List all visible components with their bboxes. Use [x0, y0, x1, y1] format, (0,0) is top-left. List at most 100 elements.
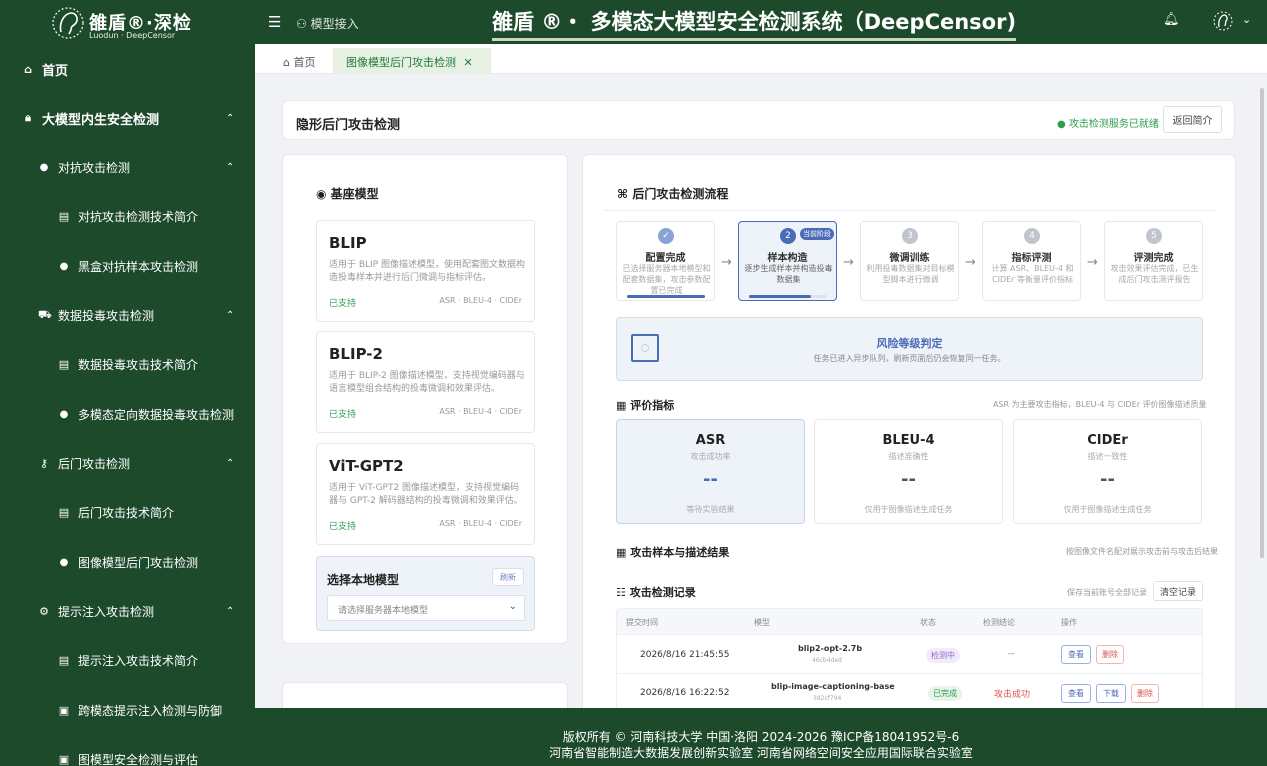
metric-name: ASR — [695, 433, 726, 448]
local-model-select[interactable]: 请选择服务器本地模型 ⌄ — [327, 595, 525, 621]
metric-value: -- — [1100, 469, 1115, 490]
sidebar-item-label: 后门攻击技术简介 — [78, 505, 175, 520]
model-access-label: 模型接入 — [310, 17, 359, 31]
sidebar-item[interactable]: ▤ 对抗攻击检测技术简介 — [58, 204, 198, 228]
step-desc: 计算 ASR、BLEU-4 和 CIDEr 等衡量评价指标 — [991, 264, 1074, 284]
alert-icon: ● — [59, 556, 69, 568]
view-button[interactable]: 查看 — [1061, 684, 1091, 703]
step-title: 评测完成 — [1133, 253, 1174, 264]
chevron-up-icon[interactable]: ⌃ — [226, 303, 234, 327]
sidebar-item[interactable]: ▤ 后门攻击技术简介 — [58, 500, 174, 524]
model-status: 已支持 — [329, 299, 357, 309]
scrollbar[interactable] — [1260, 88, 1264, 558]
table-row[interactable]: 2026/8/16 16:22:52 blip-image-captioning… — [617, 673, 1202, 708]
risk-desc: 任务已进入异步队列，刷新页面后仍会恢复同一任务。 — [813, 354, 1006, 363]
model-card-blip2[interactable]: BLIP-2 适用于 BLIP-2 图像描述模型，支持视觉编码器与语言模型组合结… — [316, 331, 535, 433]
table-row[interactable]: 2026/8/16 21:45:55 blip2-opt-2.7b 46cb4d… — [617, 634, 1202, 673]
metric-value: -- — [703, 469, 718, 490]
sidebar-item[interactable]: ▣ 跨模态提示注入检测与防御 — [58, 698, 222, 722]
sidebar-item[interactable]: ⚷ 后门攻击检测 — [38, 451, 130, 475]
row-conclusion: -- — [1008, 649, 1015, 659]
records-note: 保存当前账号全部记录 — [1067, 588, 1147, 597]
home-icon: ⌂ — [24, 62, 32, 76]
arrow-right-icon: → — [843, 255, 854, 270]
grid-icon: ▦ — [616, 546, 631, 559]
sidebar-item[interactable]: ● 对抗攻击检测 — [38, 155, 130, 179]
document-icon: ▤ — [58, 653, 70, 667]
chevron-up-icon[interactable]: ⌃ — [226, 106, 234, 130]
save-icon: ▣ — [58, 752, 70, 766]
menu-icon[interactable]: ☰ — [268, 13, 281, 31]
chevron-down-icon[interactable]: ⌄ — [1242, 13, 1251, 26]
metric-sub: 攻击成功率 — [690, 452, 731, 461]
model-card-blip[interactable]: BLIP 适用于 BLIP 图像描述模型，使用配套图文数据构造投毒样本并进行后门… — [316, 220, 535, 322]
save-icon: ▣ — [58, 703, 70, 717]
records-title-text: 攻击检测记录 — [629, 586, 696, 599]
select-placeholder: 请选择服务器本地模型 — [338, 606, 429, 616]
sidebar-item[interactable]: ● 图像模型后门攻击检测 — [58, 550, 198, 574]
records-table: 提交时间 模型 状态 检测结论 操作 2026/8/16 21:45:55 bl… — [616, 608, 1203, 708]
sidebar-item-label: 首页 — [42, 63, 69, 79]
records-title: ☷ 攻击检测记录 — [616, 584, 696, 600]
sidebar-item[interactable]: ● 多模态定向数据投毒攻击检测 — [58, 402, 234, 426]
tab-home[interactable]: ⌂ 首页 — [283, 54, 315, 70]
step-title: 样本构造 — [767, 253, 808, 264]
back-button[interactable]: 返回简介 — [1163, 106, 1222, 133]
metric-foot: 仅用于图像描述生成任务 — [864, 505, 953, 514]
step-number: 3 — [902, 228, 918, 244]
sidebar-item[interactable]: ⛟ 数据投毒攻击检测 — [38, 303, 154, 327]
metric-cider: CIDEr 描述一致性 -- 仅用于图像描述生成任务 — [1013, 419, 1202, 524]
sidebar-item[interactable]: ⌂ 首页 — [22, 57, 68, 81]
sidebar-item-label: 对抗攻击检测技术简介 — [78, 209, 199, 224]
sidebar-item-label: 多模态定向数据投毒攻击检测 — [78, 407, 235, 422]
sidebar-item[interactable]: ⚙ 提示注入攻击检测 — [38, 599, 154, 623]
main-content: ⌂ 首页 图像模型后门攻击检测 ✕ 隐形后门攻击检测 ● 攻击检测服务已就绪 返… — [255, 44, 1267, 708]
delete-button[interactable]: 删除 — [1131, 684, 1159, 703]
risk-title: 风险等级判定 — [876, 337, 943, 350]
logo[interactable]: 雒盾®·深检 Luodun · DeepCensor — [45, 2, 195, 42]
model-access-link[interactable]: ⚇ 模型接入 — [296, 15, 359, 32]
chevron-up-icon[interactable]: ⌃ — [226, 599, 234, 623]
arrow-right-icon: → — [965, 255, 976, 270]
col-model: 模型 — [754, 618, 770, 627]
metric-name: BLEU-4 — [882, 433, 935, 448]
model-card-vit-gpt2[interactable]: ViT-GPT2 适用于 ViT-GPT2 图像描述模型，支持视觉编码器与 GP… — [316, 443, 535, 545]
metrics-note: ASR 为主要攻击指标，BLEU-4 与 CIDEr 评价图像描述质量 — [993, 400, 1207, 409]
sidebar: ⌂ 首页 🔒︎ 大模型内生安全检测 ⌃ ● 对抗攻击检测 ⌃ ▤ 对抗攻击检测技术简介 ● 黑盒对抗样… — [0, 44, 255, 766]
avatar-icon[interactable] — [1212, 10, 1234, 32]
page-title: 隐形后门攻击检测 — [296, 118, 401, 133]
footer-labs: 河南省智能制造大数据发展创新实验室 河南省网络空间安全应用国际联合实验室 — [549, 746, 973, 760]
status-badge: 已完成 — [928, 686, 962, 701]
step-progress-fill — [749, 295, 812, 298]
refresh-button[interactable]: 刷新 — [492, 568, 524, 586]
tab-bar: ⌂ 首页 图像模型后门攻击检测 ✕ — [255, 44, 1267, 74]
step-desc: 已选择服务器本地模型和配套数据集，攻击参数配置已完成 — [622, 264, 711, 295]
close-icon[interactable]: ✕ — [464, 56, 473, 69]
clear-records-button[interactable]: 清空记录 — [1153, 581, 1203, 601]
chevron-up-icon[interactable]: ⌃ — [226, 451, 234, 475]
step-title: 微调训练 — [889, 253, 930, 264]
samples-title-text: 攻击样本与描述结果 — [630, 546, 730, 559]
service-status-text: 攻击检测服务已就绪 — [1068, 119, 1159, 130]
delete-button[interactable]: 删除 — [1096, 645, 1124, 664]
flow-step: 4 指标评测 计算 ASR、BLEU-4 和 CIDEr 等衡量评价指标 — [982, 221, 1081, 301]
samples-note: 按图像文件名配对展示攻击前与攻击后结果 — [1066, 547, 1218, 556]
step-number: ✓ — [658, 228, 674, 244]
sidebar-item[interactable]: ● 黑盒对抗样本攻击检测 — [58, 254, 198, 278]
sidebar-item-label: 数据投毒攻击检测 — [58, 308, 155, 323]
sidebar-item[interactable]: ▣ 图模型安全检测与评估 — [58, 747, 198, 766]
sidebar-item[interactable]: ▤ 数据投毒攻击技术简介 — [58, 352, 198, 376]
view-button[interactable]: 查看 — [1061, 645, 1091, 664]
download-button[interactable]: 下载 — [1096, 684, 1126, 703]
tab-image-backdoor[interactable]: 图像模型后门攻击检测 ✕ — [333, 48, 491, 74]
link-icon: ⚇ — [296, 17, 311, 31]
col-actions: 操作 — [1061, 618, 1077, 627]
document-icon: ▤ — [58, 357, 70, 371]
model-metrics: ASR · BLEU-4 · CIDEr — [439, 519, 522, 528]
sidebar-item[interactable]: 🔒︎ 大模型内生安全检测 — [22, 106, 159, 130]
table-header: 提交时间 模型 状态 检测结论 操作 — [617, 609, 1202, 634]
sidebar-item[interactable]: ▤ 提示注入攻击技术简介 — [58, 648, 198, 672]
chevron-up-icon[interactable]: ⌃ — [226, 155, 234, 179]
bell-icon[interactable]: 🔔︎ — [1163, 12, 1180, 27]
step-desc: 利用投毒数据集对目标模型脚本进行微调 — [866, 264, 955, 284]
